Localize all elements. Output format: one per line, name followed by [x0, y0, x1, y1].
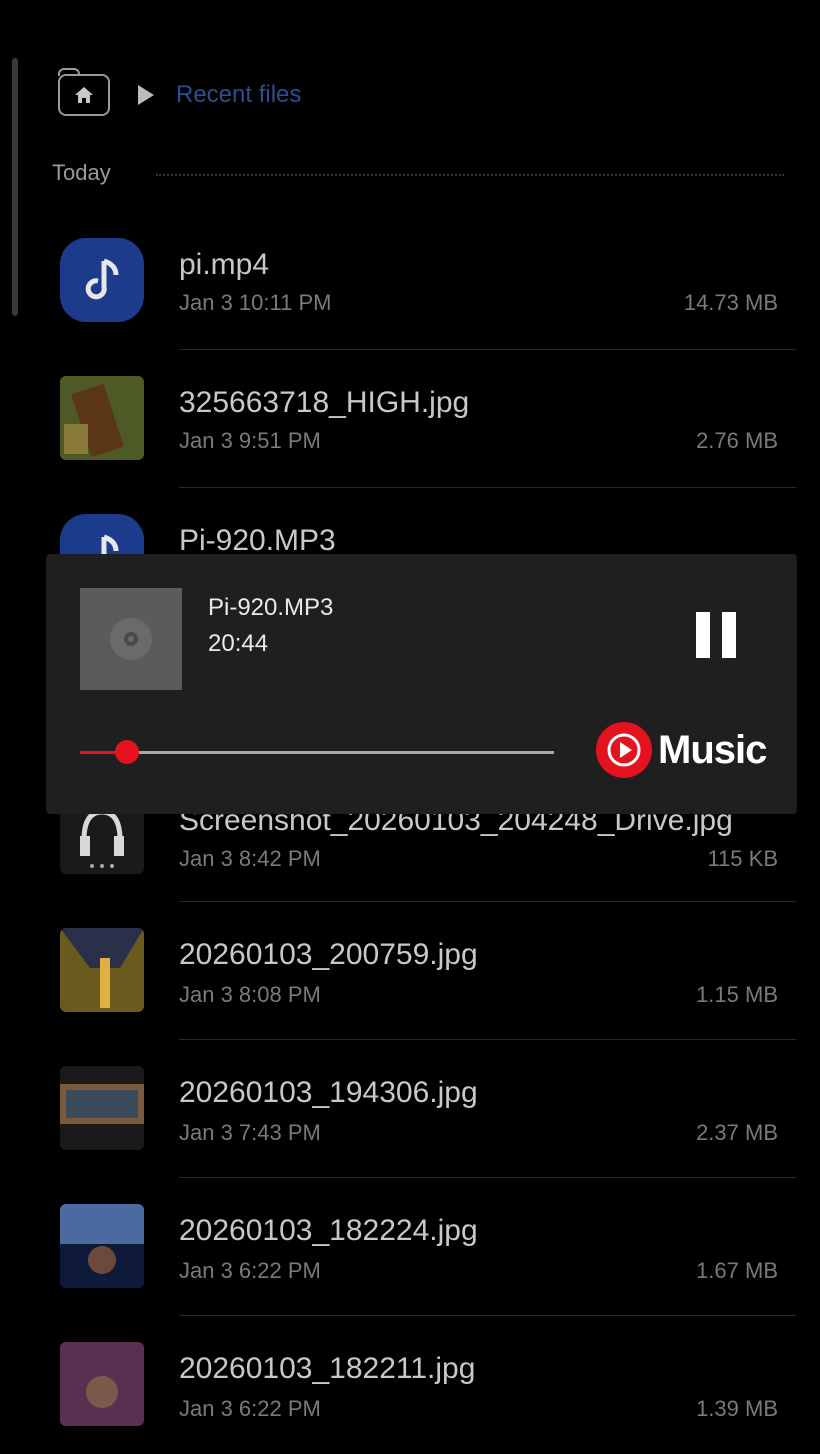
image-thumbnail	[60, 1342, 144, 1426]
file-date: Jan 3 8:42 PM	[179, 846, 321, 871]
file-date: Jan 3 6:22 PM	[179, 1258, 321, 1283]
music-label: Music	[658, 727, 767, 772]
list-item[interactable]: 20260103_194306.jpg Jan 3 7:43 PM 2.37 M…	[0, 1040, 820, 1178]
file-date: Jan 3 6:22 PM	[179, 1396, 321, 1421]
pause-icon	[722, 612, 736, 658]
file-name: 325663718_HIGH.jpg	[179, 386, 470, 419]
image-thumbnail	[60, 1066, 144, 1150]
list-item[interactable]: pi.mp4 Jan 3 10:11 PM 14.73 MB	[0, 212, 820, 350]
pause-icon	[696, 612, 710, 658]
disc-icon	[110, 618, 152, 660]
file-date: Jan 3 10:11 PM	[179, 290, 332, 315]
file-size: 14.73 MB	[683, 290, 778, 315]
file-name: pi.mp4	[179, 248, 270, 281]
youtube-music-icon	[596, 722, 652, 778]
pause-button[interactable]	[694, 612, 738, 658]
file-name: 20260103_194306.jpg	[179, 1076, 478, 1109]
file-size: 1.15 MB	[696, 982, 778, 1007]
list-item[interactable]: 20260103_182211.jpg Jan 3 6:22 PM 1.39 M…	[0, 1316, 820, 1454]
music-file-icon	[60, 238, 144, 322]
file-name: 20260103_200759.jpg	[179, 938, 478, 971]
file-name: Pi-920.MP3	[179, 524, 336, 557]
file-size: 2.37 MB	[696, 1120, 778, 1145]
track-title: Pi-920.MP3	[208, 594, 334, 621]
file-size: 115 KB	[707, 846, 778, 871]
mini-player: Pi-920.MP3 20:44 Music	[46, 554, 797, 814]
track-time: 20:44	[208, 630, 269, 657]
file-name: 20260103_182224.jpg	[179, 1214, 478, 1247]
youtube-music-button[interactable]: Music	[596, 722, 767, 778]
file-date: Jan 3 8:08 PM	[179, 982, 321, 1007]
list-item[interactable]: 325663718_HIGH.jpg Jan 3 9:51 PM 2.76 MB	[0, 350, 820, 488]
list-item[interactable]: 20260103_200759.jpg Jan 3 8:08 PM 1.15 M…	[0, 902, 820, 1040]
progress-slider[interactable]	[80, 740, 554, 764]
progress-thumb[interactable]	[115, 740, 140, 764]
image-thumbnail	[60, 376, 144, 460]
file-size: 1.39 MB	[696, 1396, 778, 1421]
image-thumbnail	[60, 928, 144, 1012]
file-size: 1.67 MB	[696, 1258, 778, 1283]
file-size: 2.76 MB	[696, 428, 778, 453]
album-art	[80, 588, 182, 690]
progress-track	[80, 751, 554, 754]
file-date: Jan 3 7:43 PM	[179, 1120, 321, 1145]
image-thumbnail	[60, 1204, 144, 1288]
file-name: 20260103_182211.jpg	[179, 1352, 476, 1385]
list-item[interactable]: 20260103_182224.jpg Jan 3 6:22 PM 1.67 M…	[0, 1178, 820, 1316]
file-date: Jan 3 9:51 PM	[179, 428, 321, 453]
